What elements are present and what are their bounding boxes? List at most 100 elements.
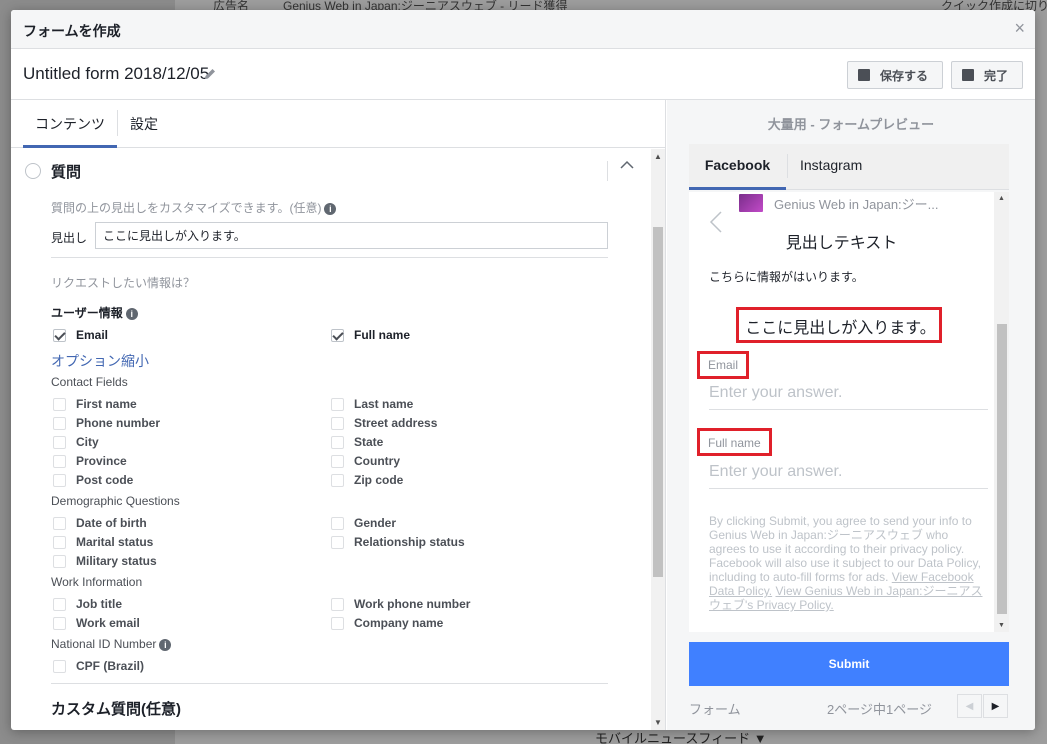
checkbox-work-phone[interactable]: Work phone number — [331, 597, 470, 611]
checkbox-phone-number[interactable]: Phone number — [53, 416, 160, 430]
checkbox-box[interactable] — [53, 597, 66, 611]
checkbox-box[interactable] — [331, 535, 344, 549]
headline-input[interactable] — [95, 222, 608, 249]
section-divider — [607, 161, 608, 181]
checkbox-box[interactable] — [53, 535, 66, 549]
checkbox-country[interactable]: Country — [331, 454, 400, 468]
checkbox-box[interactable] — [53, 516, 66, 530]
save-button[interactable]: 保存する — [847, 61, 943, 89]
checkbox-military-status[interactable]: Military status — [53, 554, 157, 568]
checkbox-box[interactable] — [53, 554, 66, 568]
scroll-down-arrow-icon[interactable]: ▼ — [654, 718, 662, 727]
section-radio[interactable] — [25, 163, 41, 179]
close-icon[interactable]: × — [1014, 19, 1025, 37]
tab-instagram[interactable]: Instagram — [800, 157, 862, 173]
previous-page-button[interactable]: ◀ — [957, 694, 982, 718]
page-logo — [739, 194, 763, 212]
checkbox-relationship-status[interactable]: Relationship status — [331, 535, 465, 549]
checkbox-company-name[interactable]: Company name — [331, 616, 443, 630]
checkbox-box[interactable] — [331, 597, 344, 611]
headline-hint: 質問の上の見出しをカスタマイズできます。(任意) i — [51, 199, 337, 216]
checkbox-label: Job title — [76, 597, 123, 611]
checkbox-email[interactable]: Email — [53, 328, 108, 342]
info-icon[interactable]: i — [159, 639, 172, 651]
checkbox-province[interactable]: Province — [53, 454, 127, 468]
checkbox-first-name[interactable]: First name — [53, 397, 137, 411]
checkbox-box[interactable] — [331, 516, 344, 530]
checkbox-marital-status[interactable]: Marital status — [53, 535, 153, 549]
request-prompt: リクエストしたい情報は？ — [51, 276, 196, 290]
checkbox-full-name[interactable]: Full name — [331, 328, 410, 342]
preview-title: 大量用 - フォームプレビュー — [767, 117, 935, 132]
preview-scrollbar[interactable]: ▲ ▼ — [994, 192, 1009, 632]
tab-facebook[interactable]: Facebook — [689, 157, 786, 190]
scroll-down-arrow-icon[interactable]: ▼ — [998, 622, 1005, 629]
tab-content[interactable]: コンテンツ — [23, 114, 117, 148]
checkbox-box[interactable] — [331, 328, 344, 342]
submit-button[interactable]: Submit — [689, 642, 1009, 686]
checkbox-label: Work email — [76, 616, 140, 630]
dialog-header: フォームを作成 × — [11, 10, 1035, 49]
checkbox-label: Phone number — [76, 416, 161, 430]
checkbox-label: Street address — [354, 416, 438, 430]
collapse-options-link[interactable]: オプション縮小 — [51, 351, 149, 371]
scroll-up-arrow-icon[interactable]: ▲ — [998, 195, 1005, 202]
checkbox-box[interactable] — [331, 454, 344, 468]
chevron-right-icon: ▶ — [991, 700, 1000, 712]
checkbox-box[interactable] — [53, 435, 66, 449]
user-info-title: ユーザー情報 i — [51, 304, 138, 321]
form-preview-panel: 大量用 - フォームプレビュー Facebook Instagram Geniu… — [667, 100, 1035, 730]
checkbox-label: Relationship status — [354, 535, 465, 549]
editor-scrollbar[interactable]: ▲ ▼ — [651, 149, 665, 730]
preview-disclaimer: By clicking Submit, you agree to send yo… — [709, 514, 984, 612]
preview-full-name-input[interactable]: Enter your answer. — [709, 463, 842, 481]
checkbox-box[interactable] — [331, 397, 344, 411]
done-button-label: 完了 — [984, 68, 1009, 83]
checkbox-post-code[interactable]: Post code — [53, 473, 133, 487]
divider — [51, 257, 608, 258]
checkbox-label: Work phone number — [354, 597, 471, 611]
scroll-up-arrow-icon[interactable]: ▲ — [654, 152, 662, 161]
checkbox-box[interactable] — [53, 328, 66, 342]
preview-field-label-email: Email — [708, 358, 739, 372]
scrollbar-thumb[interactable] — [653, 227, 663, 577]
tab-settings[interactable]: 設定 — [130, 114, 158, 134]
form-name[interactable]: Untitled form 2018/12/05 — [23, 64, 209, 84]
checkbox-box[interactable] — [53, 616, 66, 630]
checkbox-box[interactable] — [331, 435, 344, 449]
checkbox-label: Last name — [354, 397, 414, 411]
pencil-icon[interactable] — [203, 67, 217, 81]
divider — [51, 683, 608, 684]
checkbox-job-title[interactable]: Job title — [53, 597, 122, 611]
preview-headline: 見出しテキスト — [785, 235, 898, 252]
info-icon[interactable]: i — [125, 308, 138, 320]
checkbox-box[interactable] — [331, 416, 344, 430]
checkbox-box[interactable] — [53, 397, 66, 411]
next-page-button[interactable]: ▶ — [983, 694, 1008, 718]
scrollbar-thumb[interactable] — [997, 324, 1007, 614]
preview-email-input[interactable]: Enter your answer. — [709, 384, 842, 402]
checkbox-label: State — [354, 435, 384, 449]
save-icon — [858, 69, 870, 81]
chevron-up-icon[interactable] — [619, 157, 635, 173]
checkbox-last-name[interactable]: Last name — [331, 397, 413, 411]
checkbox-gender[interactable]: Gender — [331, 516, 396, 530]
checkbox-cpf-brazil[interactable]: CPF (Brazil) — [53, 659, 144, 673]
checkbox-box[interactable] — [53, 659, 66, 673]
dialog-title: フォームを作成 — [23, 23, 121, 39]
checkbox-box[interactable] — [53, 473, 66, 487]
checkbox-box[interactable] — [331, 616, 344, 630]
checkbox-box[interactable] — [53, 454, 66, 468]
checkbox-street-address[interactable]: Street address — [331, 416, 437, 430]
checkbox-zip-code[interactable]: Zip code — [331, 473, 403, 487]
checkbox-city[interactable]: City — [53, 435, 99, 449]
checkbox-state[interactable]: State — [331, 435, 383, 449]
info-icon[interactable]: i — [324, 203, 337, 215]
checkbox-box[interactable] — [331, 473, 344, 487]
checkbox-date-of-birth[interactable]: Date of birth — [53, 516, 147, 530]
checkbox-work-email[interactable]: Work email — [53, 616, 140, 630]
done-button[interactable]: 完了 — [951, 61, 1023, 89]
form-editor-panel: コンテンツ 設定 質問 質問の上の見出しをカスタマイズできます。(任意) i 見出… — [11, 100, 666, 730]
checkbox-box[interactable] — [53, 416, 66, 430]
tab-divider — [787, 154, 788, 178]
